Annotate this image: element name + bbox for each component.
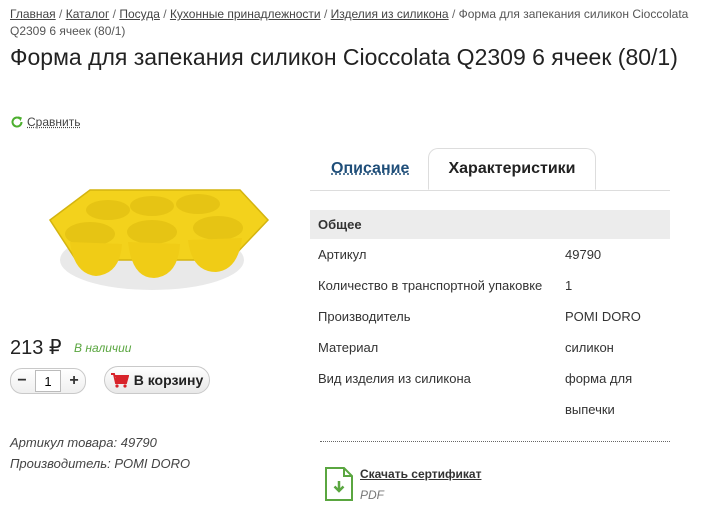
cart-icon xyxy=(110,372,129,388)
breadcrumb-link-home[interactable]: Главная xyxy=(10,7,56,21)
divider xyxy=(320,441,670,442)
spec-key: Вид изделия из силикона xyxy=(318,371,471,386)
spec-value: POMI DORO xyxy=(565,309,641,324)
table-row: Вид изделия из силикона форма для выпечк… xyxy=(310,363,670,425)
sku-info: Артикул товара: 49790 xyxy=(10,435,157,450)
tab-description[interactable]: Описание xyxy=(331,160,409,178)
product-tabs: Описание Характеристики xyxy=(310,148,670,191)
download-certificate-link[interactable]: Скачать сертификат xyxy=(360,467,481,481)
table-row: Производитель POMI DORO xyxy=(310,301,670,332)
spec-value: 49790 xyxy=(565,247,602,262)
spec-key: Количество в транспортной упаковке xyxy=(318,278,543,293)
certificate-format: PDF xyxy=(360,488,384,502)
cart-label: В корзину xyxy=(133,372,204,388)
product-image[interactable] xyxy=(30,150,270,310)
product-price: 213 ₽ xyxy=(10,337,62,359)
quantity-input[interactable] xyxy=(35,370,61,392)
spec-value: форма для выпечки xyxy=(557,363,670,425)
quantity-decrease-button[interactable]: − xyxy=(11,372,33,390)
spec-value: силикон xyxy=(565,340,614,355)
breadcrumb-link-kitchen-tools[interactable]: Кухонные принадлежности xyxy=(170,7,321,21)
quantity-increase-button[interactable]: + xyxy=(63,372,85,390)
specs-table: Общее Артикул 49790 Количество в транспо… xyxy=(310,210,670,425)
stock-status: В наличии xyxy=(74,341,132,355)
specs-section-header: Общее xyxy=(310,210,670,239)
spec-value-line-2: выпечки xyxy=(565,402,615,417)
spec-key: Производитель xyxy=(318,309,411,324)
breadcrumb-link-tableware[interactable]: Посуда xyxy=(119,7,160,21)
add-to-cart-button[interactable]: В корзину xyxy=(104,366,210,394)
specs-section-title: Общее xyxy=(310,210,670,239)
breadcrumb: Главная / Каталог / Посуда / Кухонные пр… xyxy=(10,7,689,38)
manufacturer-info: Производитель: POMI DORO xyxy=(10,456,191,471)
table-row: Артикул 49790 xyxy=(310,239,670,270)
table-row: Материал силикон xyxy=(310,332,670,363)
spec-key: Артикул xyxy=(318,247,367,262)
tab-characteristics[interactable]: Характеристики xyxy=(428,148,596,190)
document-download-icon[interactable] xyxy=(324,466,354,502)
refresh-icon xyxy=(11,116,23,128)
breadcrumb-link-catalog[interactable]: Каталог xyxy=(66,7,110,21)
compare-link[interactable]: Сравнить xyxy=(10,115,80,129)
spec-value: 1 xyxy=(565,278,573,293)
table-row: Количество в транспортной упаковке 1 xyxy=(310,270,670,301)
quantity-stepper: − + xyxy=(10,368,86,394)
page-title: Форма для запекания силикон Cioccolata Q… xyxy=(10,44,678,70)
spec-key: Материал xyxy=(318,340,379,355)
breadcrumb-link-silicone[interactable]: Изделия из силикона xyxy=(331,7,449,21)
compare-label: Сравнить xyxy=(27,115,81,129)
spec-value-line-1: форма для xyxy=(565,371,633,386)
